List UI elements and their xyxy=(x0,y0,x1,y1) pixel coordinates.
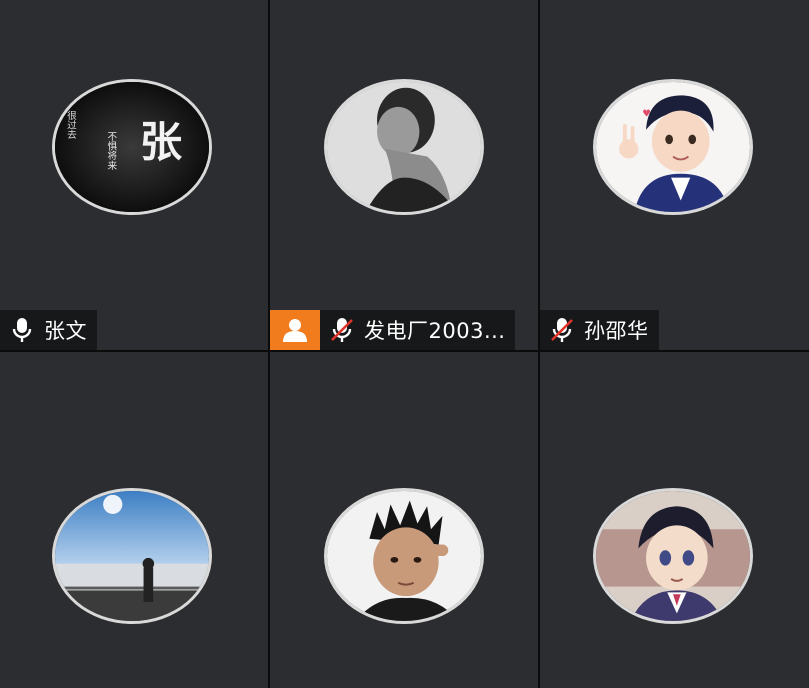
avatar xyxy=(593,488,753,624)
participant-tile-5[interactable] xyxy=(270,352,538,688)
cartoon-boy-avatar-image: ♥ xyxy=(596,82,750,212)
microphone-muted-icon xyxy=(320,310,364,350)
participant-name-tag: 发电厂2003... xyxy=(270,310,516,350)
avatar: 张 很过去 不惧将来 xyxy=(52,79,212,215)
microphone-muted-icon xyxy=(540,310,584,350)
avatar xyxy=(324,488,484,624)
avatar xyxy=(324,79,484,215)
microphone-icon xyxy=(0,310,44,350)
video-grid: 张 很过去 不惧将来 张文 发电厂2003... ♥ 孙邵华 xyxy=(0,0,809,688)
svg-text:♥: ♥ xyxy=(642,108,651,119)
host-person-icon xyxy=(270,310,320,350)
participant-tile-1[interactable]: 张 很过去 不惧将来 张文 xyxy=(0,0,268,350)
bw-portrait-avatar-image xyxy=(327,82,481,212)
boy-selfie-avatar-image xyxy=(327,491,481,621)
participant-name: 孙邵华 xyxy=(584,319,649,343)
participant-name: 张文 xyxy=(44,319,87,343)
calligraphy-avatar-image: 张 很过去 不惧将来 xyxy=(55,82,209,212)
calligraphy-left-text: 很过去 xyxy=(65,110,77,139)
avatar xyxy=(52,488,212,624)
participant-tile-3[interactable]: ♥ 孙邵华 xyxy=(540,0,809,350)
participant-name: 发电厂2003... xyxy=(364,319,506,343)
avatar: ♥ xyxy=(593,79,753,215)
participant-tile-4[interactable] xyxy=(0,352,268,688)
participant-tile-6[interactable] xyxy=(540,352,809,688)
participant-tile-2[interactable]: 发电厂2003... xyxy=(270,0,538,350)
lakeside-figure-avatar-image xyxy=(55,491,209,621)
participant-name-tag: 张文 xyxy=(0,310,97,350)
anime-boy-avatar-image xyxy=(596,491,750,621)
calligraphy-big-char: 张 xyxy=(140,117,183,167)
participant-name-tag: 孙邵华 xyxy=(540,310,659,350)
calligraphy-right-text: 不惧将来 xyxy=(105,132,117,171)
